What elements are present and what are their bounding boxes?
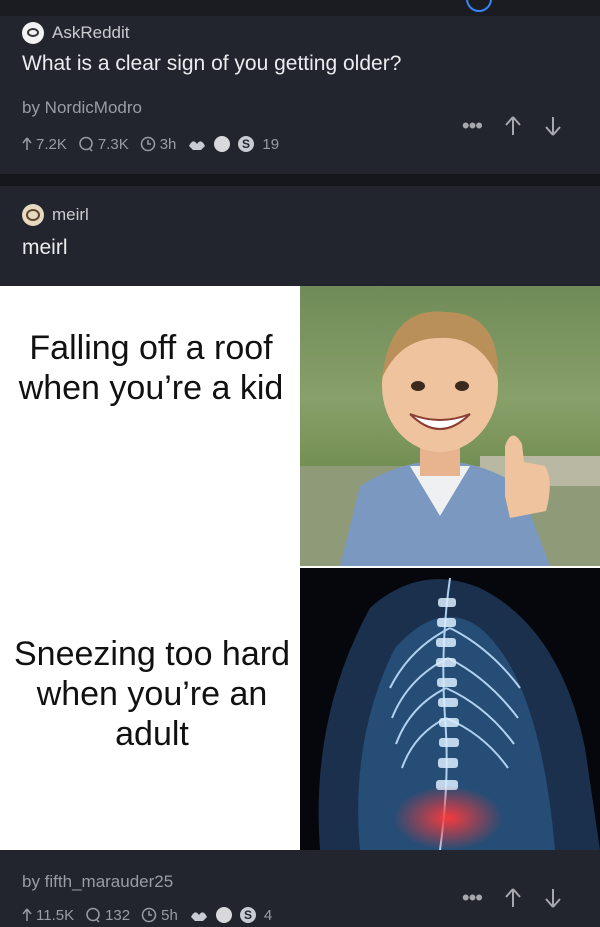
award-count: 19	[262, 135, 280, 153]
age-stat: 3h	[140, 135, 177, 153]
upvote-stat: 7.2K	[22, 136, 67, 153]
svg-text:S: S	[244, 908, 252, 922]
post-title[interactable]: What is a clear sign of you getting olde…	[22, 52, 401, 76]
meirl-avatar-icon	[22, 204, 44, 226]
post-footer-meirl: by fifth_marauder25 11.5K 132 5h S 4 •••	[0, 850, 600, 927]
arrow-down-icon[interactable]	[544, 115, 562, 137]
award-hands-icon	[190, 912, 207, 921]
subreddit-row[interactable]: AskReddit	[22, 22, 129, 44]
comment-stat: 7.3K	[78, 136, 129, 153]
post-stats: 7.2K 7.3K 3h S 19	[22, 135, 279, 153]
post-divider	[0, 174, 600, 186]
award-count: 4	[263, 906, 273, 924]
post-title[interactable]: meirl	[22, 236, 68, 260]
upvote-count: 11.5K	[36, 906, 75, 924]
post-stats: 11.5K 132 5h S 4	[22, 906, 272, 924]
more-icon[interactable]: •••	[462, 887, 483, 909]
kid-thumbs-up-photo	[300, 286, 600, 566]
comment-count: 7.3K	[97, 135, 129, 153]
top-bar	[0, 0, 600, 14]
meme-image[interactable]: Falling off a roof when you’re a kid Sne…	[0, 286, 600, 850]
subreddit-row[interactable]: meirl	[22, 204, 89, 226]
award-icon	[214, 136, 231, 152]
subreddit-name[interactable]: AskReddit	[52, 23, 129, 43]
award-icon	[215, 907, 232, 923]
post-actions: •••	[462, 887, 562, 909]
post-card-askreddit[interactable]: AskReddit What is a clear sign of you ge…	[0, 16, 600, 174]
upvote-count: 7.2K	[36, 135, 67, 153]
coin-award-icon: S	[239, 907, 256, 923]
upvote-icon	[22, 908, 32, 921]
comment-icon	[86, 907, 100, 923]
arrow-up-icon[interactable]	[504, 887, 522, 909]
comment-stat: 132	[85, 907, 130, 924]
post-card-meirl[interactable]: meirl meirl	[0, 186, 600, 286]
post-author[interactable]: by NordicModro	[22, 98, 142, 118]
post-actions: •••	[462, 115, 562, 137]
comment-icon	[79, 136, 93, 152]
award-hands-icon	[189, 141, 206, 150]
clock-icon	[140, 136, 155, 152]
askreddit-avatar-icon	[22, 22, 44, 44]
svg-text:S: S	[242, 137, 250, 151]
meme-top-caption: Falling off a roof when you’re a kid	[18, 329, 284, 407]
clock-icon	[141, 907, 157, 923]
more-icon[interactable]: •••	[462, 115, 483, 137]
coin-award-icon: S	[238, 136, 255, 152]
post-age: 5h	[161, 906, 178, 924]
post-author[interactable]: by fifth_marauder25	[22, 872, 173, 892]
subreddit-name[interactable]: meirl	[52, 205, 89, 225]
comment-count: 132	[105, 906, 131, 924]
age-stat: 5h	[141, 907, 178, 924]
spine-xray-photo	[300, 568, 600, 850]
scroll-top-icon[interactable]	[466, 0, 492, 12]
upvote-stat: 11.5K	[22, 907, 74, 924]
arrow-down-icon[interactable]	[544, 887, 562, 909]
meme-bottom-caption: Sneezing too hard when you’re an adult	[14, 635, 290, 753]
post-age: 3h	[159, 135, 177, 153]
arrow-up-icon[interactable]	[504, 115, 522, 137]
upvote-icon	[22, 137, 32, 150]
